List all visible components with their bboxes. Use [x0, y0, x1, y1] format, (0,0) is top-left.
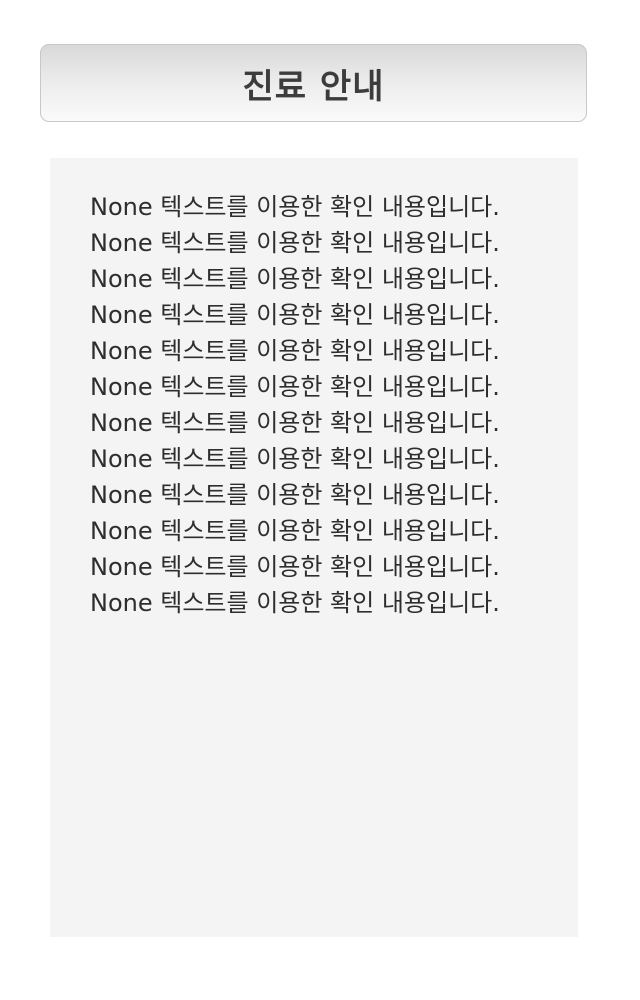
content-text-line: None 텍스트를 이용한 확인 내용입니다. [90, 337, 500, 365]
content-text-line: None 텍스트를 이용한 확인 내용입니다. [90, 373, 500, 401]
content-text-line: None 텍스트를 이용한 확인 내용입니다. [90, 445, 500, 473]
page-title: 진료 안내 [242, 66, 385, 107]
content-text-line: None 텍스트를 이용한 확인 내용입니다. [90, 193, 500, 221]
content-text-line: None 텍스트를 이용한 확인 내용입니다. [90, 265, 500, 293]
content-text-list: None 텍스트를 이용한 확인 내용입니다. None 텍스트를 이용한 확인… [90, 189, 578, 621]
content-text-line: None 텍스트를 이용한 확인 내용입니다. [90, 409, 500, 437]
content-panel: None 텍스트를 이용한 확인 내용입니다. None 텍스트를 이용한 확인… [50, 158, 578, 937]
content-text-line: None 텍스트를 이용한 확인 내용입니다. [90, 229, 500, 257]
content-text-line: None 텍스트를 이용한 확인 내용입니다. [90, 517, 500, 545]
content-text-line: None 텍스트를 이용한 확인 내용입니다. [90, 553, 500, 581]
header-bar: 진료 안내 [40, 44, 587, 122]
content-text-line: None 텍스트를 이용한 확인 내용입니다. [90, 481, 500, 509]
content-text-line: None 텍스트를 이용한 확인 내용입니다. [90, 301, 500, 329]
content-text-line: None 텍스트를 이용한 확인 내용입니다. [90, 589, 500, 617]
